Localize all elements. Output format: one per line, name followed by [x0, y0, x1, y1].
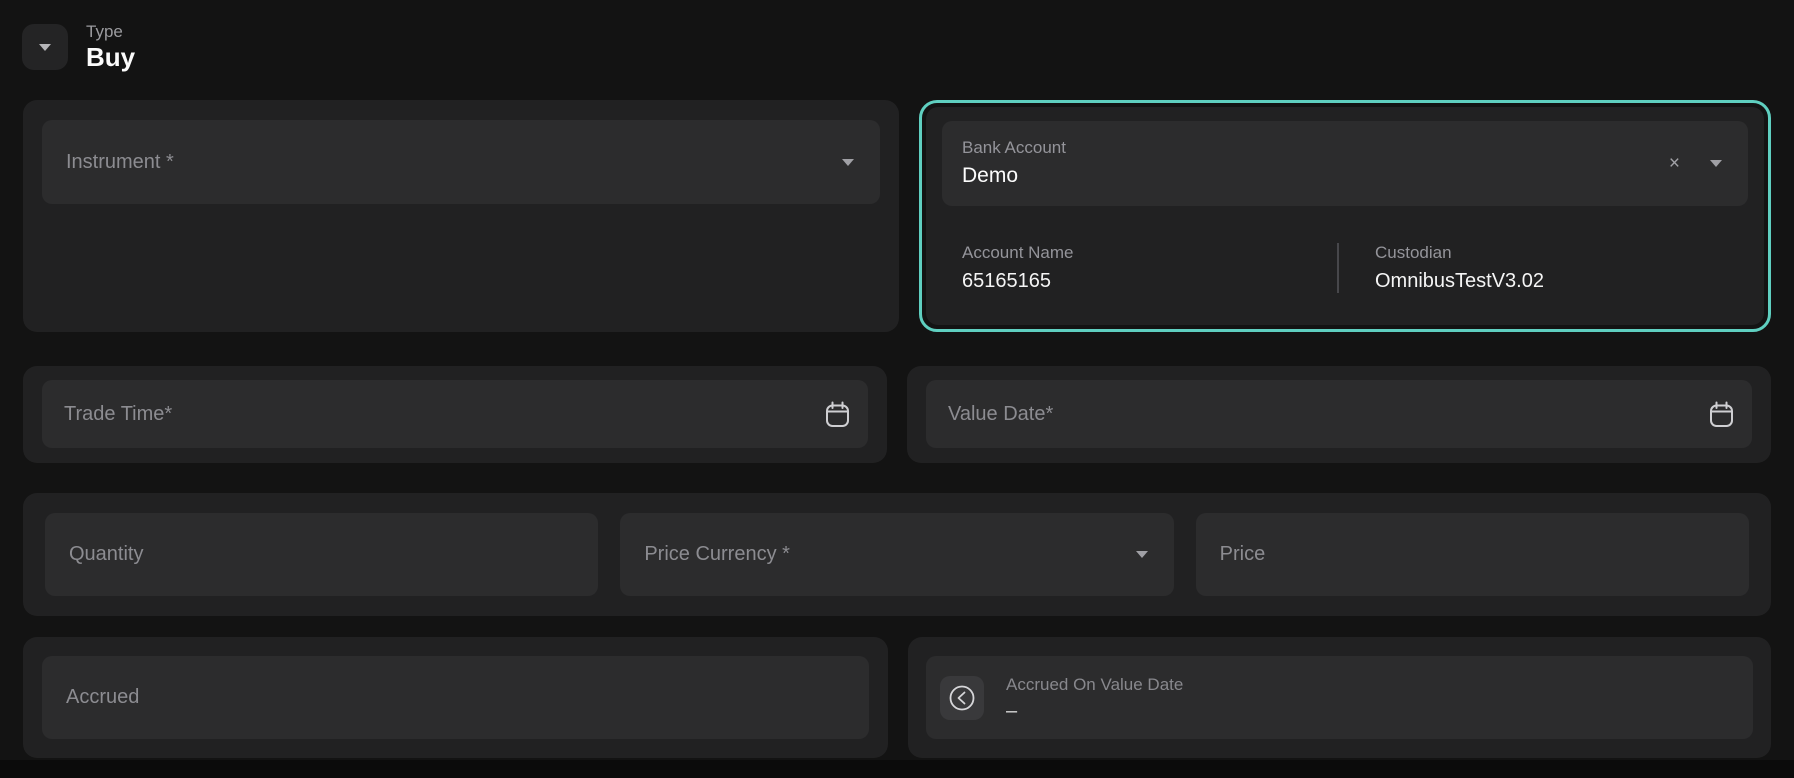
bottom-edge	[0, 760, 1794, 778]
vertical-divider	[1337, 243, 1339, 293]
caret-down-icon	[1134, 550, 1150, 559]
accrued-on-value-date-value: –	[1006, 701, 1183, 721]
price-placeholder: Price	[1220, 543, 1266, 566]
accrued-on-value-date-field: Accrued On Value Date –	[926, 656, 1753, 739]
quantity-input[interactable]: Quantity	[45, 513, 598, 596]
account-name-value: 65165165	[962, 270, 1337, 293]
type-label: Type	[86, 22, 135, 42]
trade-type-header: Type Buy	[22, 22, 135, 72]
bank-account-controls: ×	[1669, 154, 1724, 173]
accrued-card: Accrued	[23, 637, 888, 758]
accrued-on-value-date-text: Accrued On Value Date –	[1006, 675, 1183, 721]
trade-time-placeholder: Trade Time*	[64, 403, 172, 426]
circle-arrow-left-icon	[947, 683, 977, 713]
calendar-icon[interactable]	[825, 401, 850, 428]
caret-down-icon[interactable]	[1708, 159, 1724, 168]
bank-account-details: Account Name 65165165 Custodian OmnibusT…	[942, 243, 1748, 293]
price-currency-select[interactable]: Price Currency *	[620, 513, 1173, 596]
calendar-icon[interactable]	[1709, 401, 1734, 428]
trade-time-card: Trade Time*	[23, 366, 887, 463]
accrued-on-value-date-label: Accrued On Value Date	[1006, 675, 1183, 695]
bank-account-highlight: Bank Account Demo × Account Name 6516516…	[919, 100, 1771, 332]
custodian-label: Custodian	[1375, 243, 1544, 263]
bank-account-card: Bank Account Demo × Account Name 6516516…	[926, 107, 1764, 325]
pricing-card: Quantity Price Currency * Price	[23, 493, 1771, 616]
accrued-on-value-date-link-button[interactable]	[940, 676, 984, 720]
instrument-placeholder: Instrument *	[66, 151, 174, 174]
value-date-input[interactable]: Value Date*	[926, 380, 1752, 448]
type-info: Type Buy	[86, 22, 135, 72]
value-date-placeholder: Value Date*	[948, 403, 1053, 426]
custodian-value: OmnibusTestV3.02	[1375, 270, 1544, 293]
caret-down-icon	[37, 43, 53, 52]
value-date-card: Value Date*	[907, 366, 1771, 463]
quantity-placeholder: Quantity	[69, 543, 143, 566]
bank-account-label: Bank Account	[962, 139, 1066, 158]
instrument-select[interactable]: Instrument *	[42, 120, 880, 204]
price-currency-placeholder: Price Currency *	[644, 543, 790, 566]
type-value: Buy	[86, 43, 135, 73]
bank-account-text: Bank Account Demo	[962, 139, 1066, 188]
instrument-card: Instrument *	[23, 100, 899, 332]
account-name-label: Account Name	[962, 243, 1337, 263]
account-name-field: Account Name 65165165	[962, 243, 1337, 293]
accrued-input[interactable]: Accrued	[42, 656, 869, 739]
bank-account-select[interactable]: Bank Account Demo ×	[942, 121, 1748, 206]
trade-entry-form: Type Buy Instrument * Bank Account Demo	[0, 0, 1794, 778]
type-dropdown-button[interactable]	[22, 24, 68, 70]
accrued-on-value-date-card: Accrued On Value Date –	[908, 637, 1771, 758]
custodian-field: Custodian OmnibusTestV3.02	[1375, 243, 1544, 293]
clear-icon[interactable]: ×	[1669, 154, 1680, 173]
trade-time-input[interactable]: Trade Time*	[42, 380, 868, 448]
accrued-placeholder: Accrued	[66, 686, 139, 709]
caret-down-icon	[840, 158, 856, 167]
price-input[interactable]: Price	[1196, 513, 1749, 596]
bank-account-value: Demo	[962, 163, 1066, 188]
